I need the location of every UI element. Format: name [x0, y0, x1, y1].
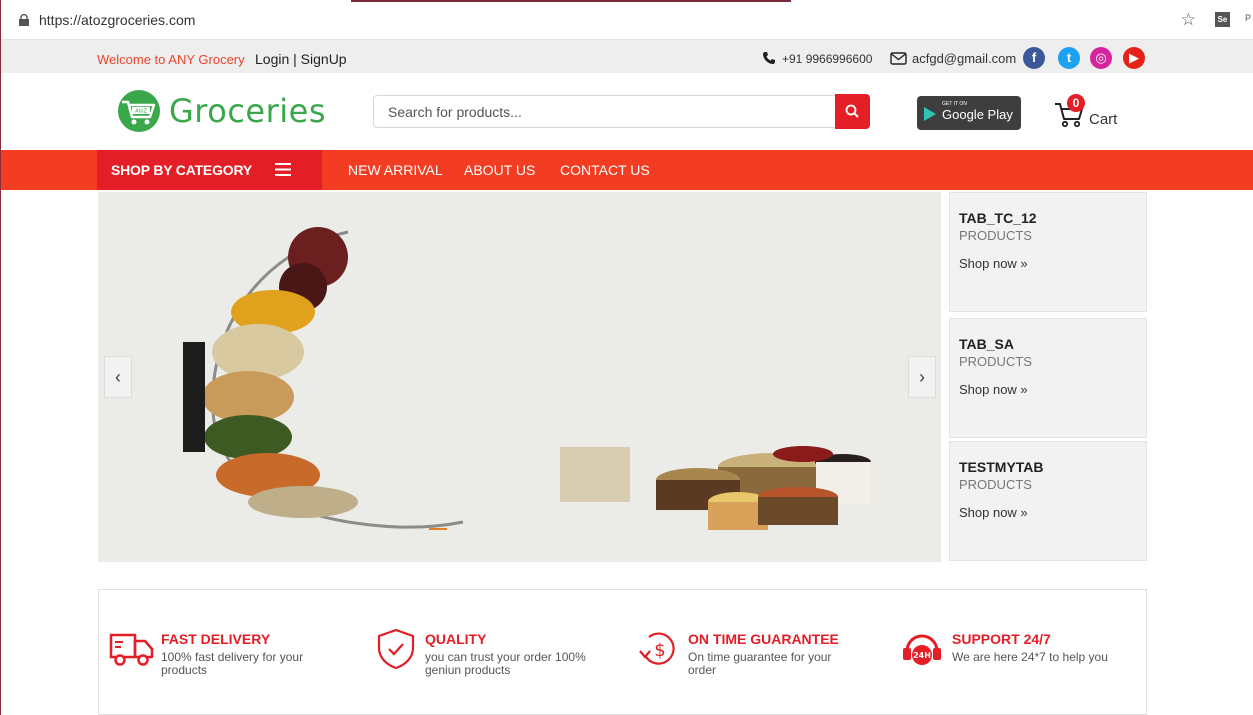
bookmark-star-icon[interactable]: ☆ [1181, 10, 1196, 30]
instagram-icon[interactable]: ◎ [1090, 47, 1112, 69]
promo-card-tab-tc-12[interactable]: TAB_TC_12 PRODUCTS Shop now » [949, 192, 1147, 312]
promo-card-testmytab[interactable]: TESTMYTAB PRODUCTS Shop now » [949, 441, 1147, 561]
cart-logo-icon: AtoZ [122, 100, 156, 125]
promo-title: TESTMYTAB [959, 459, 1044, 475]
twitter-icon[interactable]: t [1058, 47, 1080, 69]
tab-accent-line [351, 0, 791, 2]
main-nav-bar: SHOP BY CATEGORY NEW ARRIVAL ABOUT US CO… [1, 150, 1253, 190]
youtube-icon[interactable]: ▶ [1123, 47, 1145, 69]
search-icon [845, 104, 859, 118]
feature-desc-quality: you can trust your order 100% geniun pro… [425, 650, 586, 677]
feature-title-quality: QUALITY [425, 631, 487, 647]
slider-next-button[interactable]: › [908, 356, 936, 398]
shield-check-icon [377, 628, 415, 670]
nav-about-us[interactable]: ABOUT US [464, 162, 535, 178]
mail-icon [890, 52, 907, 65]
hamburger-menu-icon [275, 163, 291, 176]
promo-subtitle: PRODUCTS [959, 477, 1032, 492]
extension-partial-icon[interactable]: P [1245, 13, 1251, 23]
feature-desc-fast-delivery: 100% fast delivery for your products [161, 650, 304, 677]
headset-24h-icon: 24H [903, 634, 941, 665]
logo-text[interactable]: Groceries [169, 92, 326, 130]
shop-by-category-button[interactable]: SHOP BY CATEGORY [97, 150, 322, 190]
facebook-icon[interactable]: f [1023, 47, 1045, 69]
features-strip: FAST DELIVERY 100% fast delivery for you… [98, 589, 1147, 715]
shop-now-link[interactable]: Shop now » [959, 505, 1028, 520]
feature-title-support: SUPPORT 24/7 [952, 631, 1051, 647]
truck-icon [109, 633, 154, 666]
welcome-text: Welcome to ANY Grocery [97, 52, 245, 67]
google-play-button[interactable]: GET IT ON Google Play [917, 96, 1021, 130]
slider-active-dot[interactable] [429, 528, 447, 530]
support-24h-badge-text: 24H [913, 651, 931, 660]
top-info-strip: Welcome to ANY Grocery Login | SignUp +9… [1, 40, 1253, 73]
gplay-big-text: Google Play [942, 107, 1013, 122]
promo-subtitle: PRODUCTS [959, 354, 1032, 369]
dollar-refresh-icon: $ [639, 632, 675, 665]
promo-card-tab-sa[interactable]: TAB_SA PRODUCTS Shop now » [949, 318, 1147, 438]
promo-title: TAB_SA [959, 336, 1014, 352]
promo-subtitle: PRODUCTS [959, 228, 1032, 243]
page: https://atozgroceries.com ☆ Se P Welcome… [0, 0, 1253, 715]
phone-icon [763, 52, 775, 64]
nav-contact-us[interactable]: CONTACT US [560, 162, 650, 178]
email-address[interactable]: acfgd@gmail.com [912, 51, 1016, 66]
shop-by-category-label: SHOP BY CATEGORY [111, 162, 252, 178]
feature-title-fast-delivery: FAST DELIVERY [161, 631, 271, 647]
phone-number[interactable]: +91 9966996600 [782, 52, 872, 66]
feature-desc-support: We are here 24*7 to help you [952, 650, 1108, 664]
spices-banner-image [98, 192, 941, 562]
slider-prev-button[interactable]: ‹ [104, 356, 132, 398]
logo-badge-text: AtoZ [135, 109, 147, 115]
lock-icon [19, 14, 29, 26]
nav-new-arrival[interactable]: NEW ARRIVAL [348, 162, 443, 178]
promo-title: TAB_TC_12 [959, 210, 1037, 226]
shop-now-link[interactable]: Shop now » [959, 256, 1028, 271]
browser-address-bar: https://atozgroceries.com ☆ Se P [1, 0, 1253, 40]
logo-cart-icon[interactable]: AtoZ [118, 90, 160, 132]
feature-title-on-time: ON TIME GUARANTEE [688, 631, 839, 647]
login-signup-link[interactable]: Login | SignUp [255, 51, 347, 67]
cart-count-badge: 0 [1067, 94, 1085, 112]
selenium-extension-icon[interactable]: Se [1215, 12, 1230, 27]
play-triangle-icon [924, 107, 936, 121]
hero-slider[interactable]: ‹ › [98, 192, 941, 562]
shop-now-link[interactable]: Shop now » [959, 382, 1028, 397]
cart-label[interactable]: Cart [1089, 111, 1117, 128]
search-input[interactable] [373, 95, 835, 128]
svg-text:$: $ [654, 640, 665, 661]
feature-desc-on-time: On time guarantee for your order [688, 650, 832, 677]
url-text[interactable]: https://atozgroceries.com [39, 12, 195, 28]
search-button[interactable] [835, 94, 870, 129]
